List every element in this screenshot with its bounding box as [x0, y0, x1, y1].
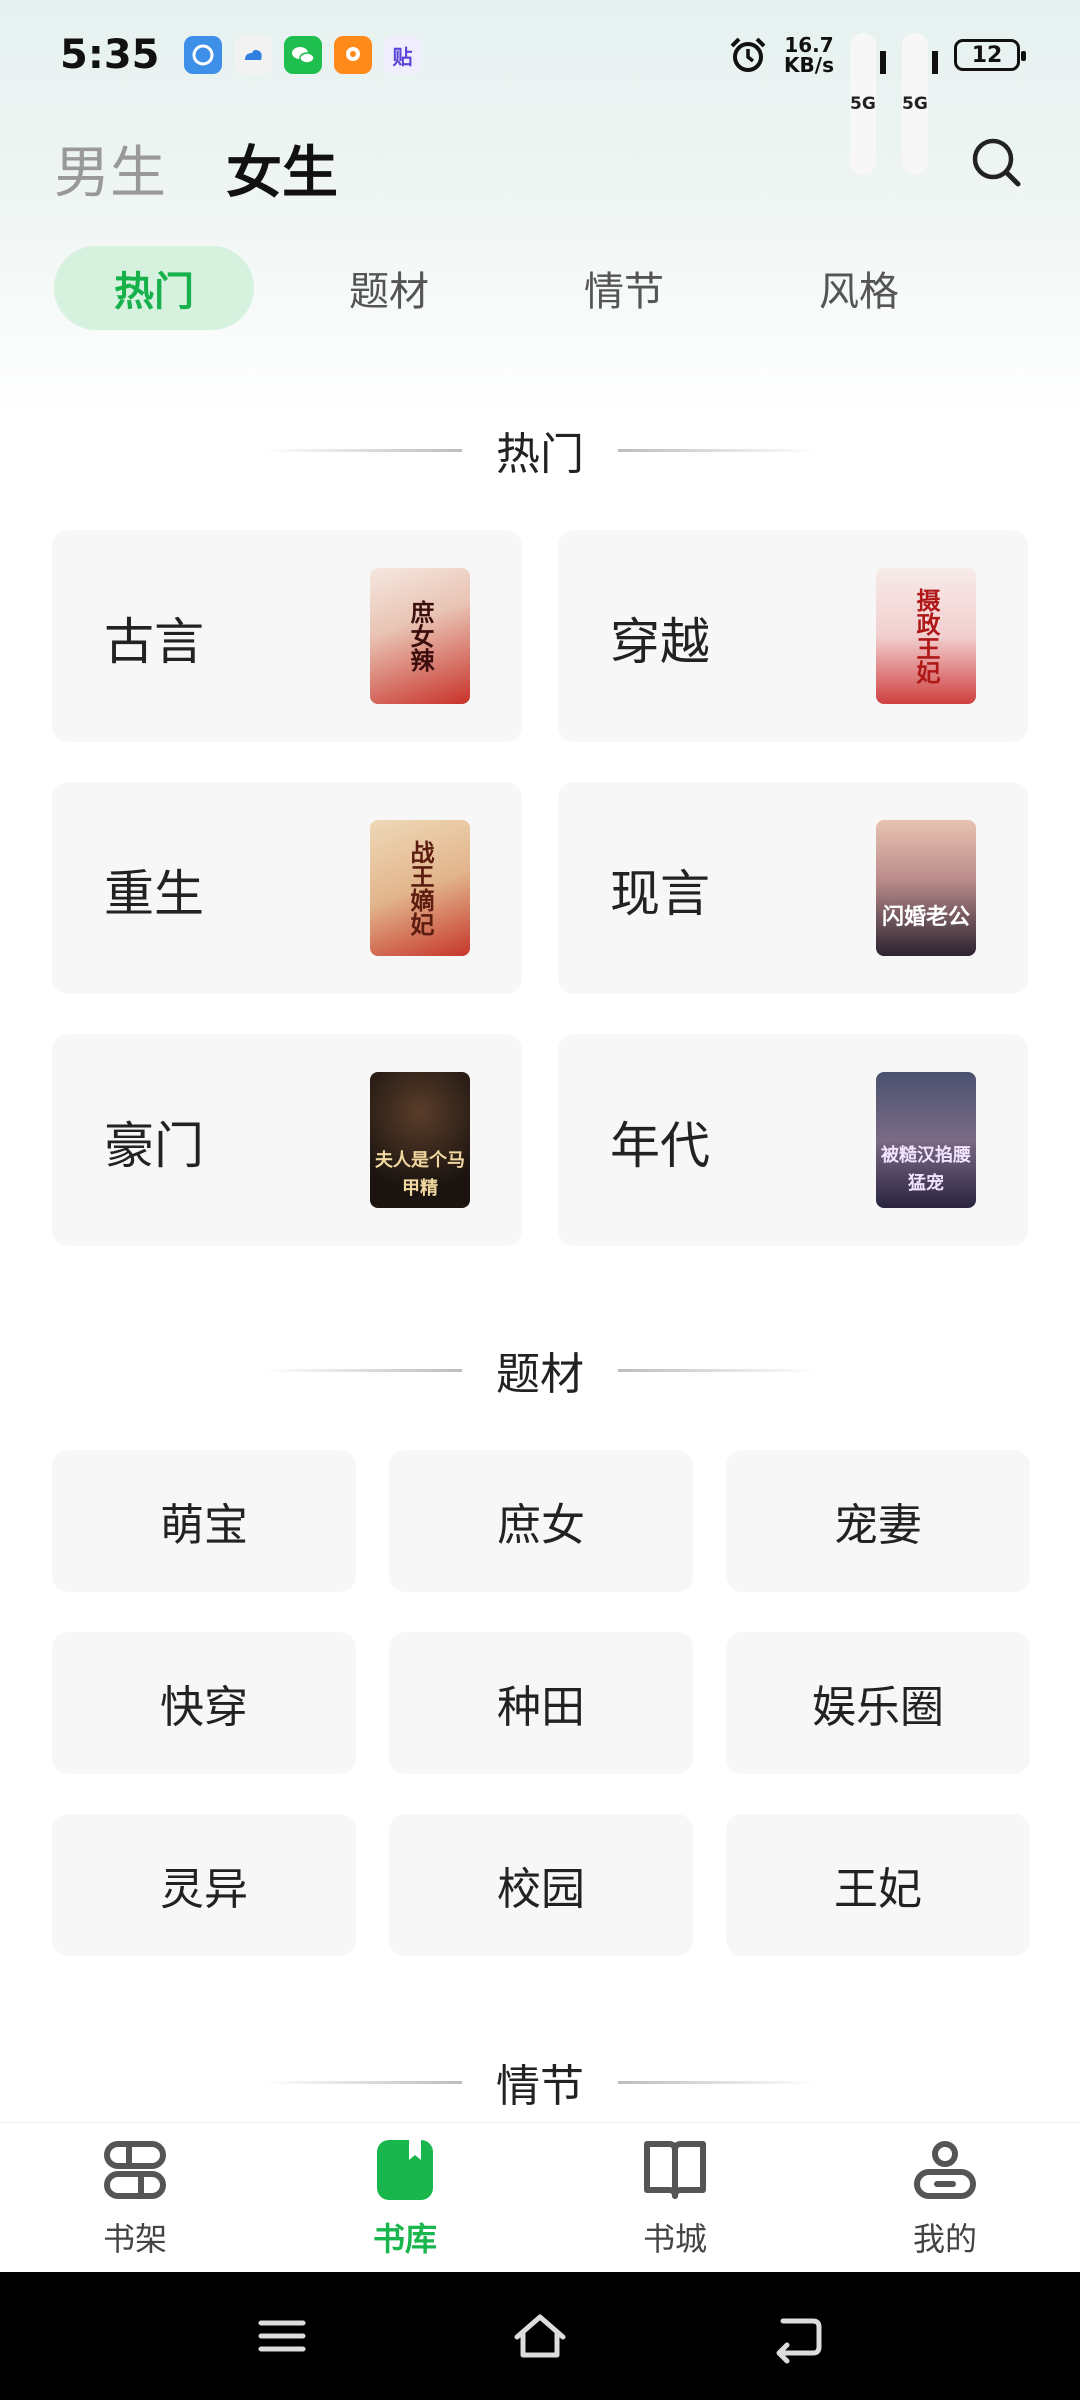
nav-label: 书架 — [102, 2219, 167, 2258]
subject-tag-grid: 萌宝 庶女 宠妻 快穿 种田 娱乐圈 灵异 校园 王妃 — [52, 1450, 1030, 1956]
alarm-icon — [730, 37, 766, 72]
section-title-hot: 热门 — [496, 429, 584, 480]
book-cover: 闪婚老公 — [876, 820, 976, 956]
nav-library[interactable]: 书库 — [270, 2123, 540, 2272]
system-nav-bar — [0, 2272, 1080, 2400]
book-cover: 战王嫡妃 — [370, 820, 470, 956]
divider-line — [618, 1368, 818, 1372]
tab-plot[interactable]: 情节 — [524, 246, 724, 330]
signal-sim2-icon: 5G — [902, 32, 938, 175]
genre-card-haomen[interactable]: 豪门 夫人是个马甲精 — [52, 1034, 522, 1246]
subject-tag[interactable]: 种田 — [389, 1632, 693, 1774]
search-icon[interactable] — [968, 134, 1024, 190]
subject-tag[interactable]: 娱乐圈 — [726, 1632, 1030, 1774]
subject-tag[interactable]: 快穿 — [52, 1632, 356, 1774]
category-tabs: 热门 题材 情节 风格 — [54, 246, 994, 330]
tie-app-icon: 贴 — [383, 36, 422, 74]
section-header-hot: 热门 — [0, 418, 1080, 482]
profile-icon — [914, 2140, 976, 2199]
section-title-plot: 情节 — [496, 2061, 584, 2112]
sim2-label: 5G — [902, 32, 928, 175]
bookshelf-icon — [104, 2140, 166, 2199]
nav-label: 书城 — [642, 2219, 707, 2258]
section-header-subject: 题材 — [0, 1338, 1080, 1402]
tab-hot[interactable]: 热门 — [54, 246, 254, 330]
subject-tag[interactable]: 校园 — [389, 1814, 693, 1956]
hot-genre-grid: 古言 庶女辣 穿越 摄政王妃 重生 战王嫡妃 现言 闪婚老公 豪门 夫人是个马甲… — [52, 530, 1030, 1246]
genre-card-chongsheng[interactable]: 重生 战王嫡妃 — [52, 782, 522, 994]
cover-title: 摄政王妃 — [912, 588, 940, 684]
book-cover: 夫人是个马甲精 — [370, 1072, 470, 1208]
divider-line — [262, 1368, 462, 1372]
orange-app-icon — [333, 36, 372, 74]
menu-icon[interactable] — [253, 2307, 311, 2365]
divider-line — [262, 2080, 462, 2084]
book-cover: 被糙汉掐腰猛宠 — [876, 1072, 976, 1208]
subject-tag[interactable]: 王妃 — [726, 1814, 1030, 1956]
genre-card-xianyan[interactable]: 现言 闪婚老公 — [558, 782, 1028, 994]
wechat-icon — [283, 36, 322, 74]
nav-bookshelf[interactable]: 书架 — [0, 2123, 270, 2272]
signal-sim1-icon: 5G — [850, 32, 886, 175]
status-time: 5:35 — [60, 32, 160, 78]
nav-label: 书库 — [372, 2219, 437, 2258]
genre-label: 豪门 — [104, 1117, 204, 1175]
tab-female[interactable]: 女生 — [226, 128, 338, 209]
genre-label: 穿越 — [610, 613, 710, 671]
tab-subject[interactable]: 题材 — [289, 246, 489, 330]
bottom-nav: 书架 书库 书城 我的 — [0, 2122, 1080, 2272]
tab-male[interactable]: 男生 — [54, 128, 166, 209]
section-title-subject: 题材 — [496, 1349, 584, 1400]
cover-title: 夫人是个马甲精 — [375, 1150, 465, 1199]
genre-card-chuanyue[interactable]: 穿越 摄政王妃 — [558, 530, 1028, 742]
subject-tag[interactable]: 庶女 — [389, 1450, 693, 1592]
subject-tag[interactable]: 萌宝 — [52, 1450, 356, 1592]
notification-app-icons: 贴 — [183, 36, 422, 74]
cover-title: 庶女辣 — [406, 600, 434, 672]
back-icon[interactable] — [769, 2307, 827, 2365]
net-speed: 16.7 KB/s — [784, 35, 834, 75]
tab-style[interactable]: 风格 — [759, 246, 959, 330]
subject-tag[interactable]: 宠妻 — [726, 1450, 1030, 1592]
book-cover: 摄政王妃 — [876, 568, 976, 704]
genre-label: 重生 — [104, 865, 204, 923]
divider-line — [262, 448, 462, 452]
genre-label: 古言 — [104, 613, 204, 671]
genre-label: 现言 — [610, 865, 710, 923]
book-cover: 庶女辣 — [370, 568, 470, 704]
genre-card-niandai[interactable]: 年代 被糙汉掐腰猛宠 — [558, 1034, 1028, 1246]
section-header-plot: 情节 — [0, 2050, 1080, 2114]
nav-label: 我的 — [912, 2219, 977, 2258]
cloud-app-icon — [233, 36, 272, 74]
nav-bookstore[interactable]: 书城 — [540, 2123, 810, 2272]
cover-title: 被糙汉掐腰猛宠 — [881, 1145, 971, 1194]
net-speed-unit: KB/s — [784, 53, 834, 77]
divider-line — [618, 448, 818, 452]
net-speed-value: 16.7 — [784, 33, 834, 57]
subject-tag[interactable]: 灵异 — [52, 1814, 356, 1956]
divider-line — [618, 2080, 818, 2084]
sim1-label: 5G — [850, 32, 876, 175]
app-icon-blue — [183, 36, 222, 74]
battery-icon: 12 — [954, 39, 1026, 71]
cover-title: 战王嫡妃 — [406, 840, 434, 936]
genre-card-guyan[interactable]: 古言 庶女辣 — [52, 530, 522, 742]
nav-profile[interactable]: 我的 — [810, 2123, 1080, 2272]
cover-title: 闪婚老公 — [881, 905, 970, 930]
status-bar: 5:35 贴 16.7 KB/s 5G 5G 12 — [0, 0, 1080, 175]
genre-label: 年代 — [610, 1117, 710, 1175]
home-icon[interactable] — [511, 2307, 569, 2365]
gender-tabs: 男生 女生 — [54, 128, 338, 209]
status-indicators: 16.7 KB/s 5G 5G 12 — [728, 32, 1026, 175]
library-icon — [377, 2139, 433, 2200]
open-book-icon — [644, 2140, 706, 2199]
